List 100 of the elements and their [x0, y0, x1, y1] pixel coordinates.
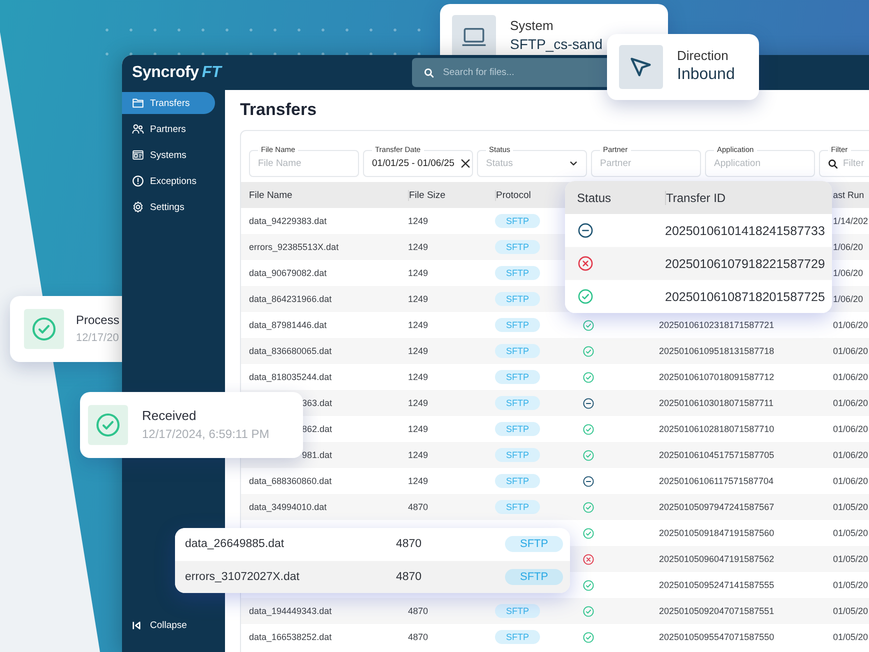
transfer-id: 20250106102818071587710	[659, 424, 774, 434]
popup-row[interactable]: data_26649885.dat 4870 SFTP	[175, 528, 570, 560]
filter-input[interactable]: Application	[714, 158, 806, 169]
transfer-id: 20250105095547071587550	[659, 632, 774, 642]
file-name: data_166538252.dat	[249, 632, 332, 642]
last-run-date: 01/05/20	[833, 502, 868, 512]
file-name: data_194449343.dat	[249, 606, 332, 616]
file-name: data_818035244.dat	[249, 372, 332, 382]
transfer-id: 20250105092047071587551	[659, 606, 774, 616]
sidebar-item[interactable]: Transfers	[122, 92, 215, 114]
file-size: 1249	[408, 372, 428, 382]
last-run-date: 01/06/20	[833, 476, 868, 486]
file-name: data_90679082.dat	[249, 268, 327, 278]
collapse-icon	[132, 620, 141, 630]
column-header: Protocol	[495, 190, 531, 200]
file-size: 4870	[408, 606, 428, 616]
transfer-id: 20250105096047191587562	[659, 554, 774, 564]
file-name: errors_31072027X.dat	[185, 570, 300, 583]
protocol-badge: SFTP	[495, 448, 540, 462]
file-name: data_34994010.dat	[249, 502, 327, 512]
transfer-id: 20250105095247141587555	[659, 580, 774, 590]
transfer-id: 20250106102318171587721	[659, 320, 774, 330]
page-title: Transfers	[240, 99, 318, 121]
protocol-badge: SFTP	[495, 344, 540, 358]
file-size: 4870	[408, 632, 428, 642]
collapse-button[interactable]: Collapse	[122, 617, 225, 633]
column-header: File Size	[408, 190, 446, 200]
last-run-date: 1/06/20	[833, 294, 864, 304]
event-time: 12/17/2024, 6:59:11 PM	[142, 426, 270, 443]
last-run-date: 01/05/20	[833, 580, 868, 590]
card-value: Inbound	[677, 65, 735, 85]
last-run-date: 01/05/20	[833, 528, 868, 538]
transfer-id: 20250106108718201587725	[665, 290, 826, 304]
transfer-id: 20250105091847191587560	[659, 528, 774, 538]
protocol-badge: SFTP	[495, 474, 540, 488]
sidebar-item[interactable]: Exceptions	[122, 170, 215, 192]
sidebar-item[interactable]: Partners	[122, 118, 215, 140]
file-size: 1249	[408, 450, 428, 460]
file-size: 4870	[396, 538, 423, 550]
sidebar-item[interactable]: Systems	[122, 144, 215, 166]
file-name: 981.dat	[302, 450, 332, 460]
file-name: data_26649885.dat	[185, 538, 286, 550]
event-time: 12/17/20	[76, 331, 120, 346]
transfer-id: 20250106101418241587733	[665, 224, 826, 238]
filter-input[interactable]: Filter	[843, 158, 869, 169]
id-card-icon	[132, 149, 144, 161]
caret-icon	[569, 159, 578, 168]
transfer-id: 20250105097947241587567	[659, 502, 774, 512]
search-input[interactable]: Search for files...	[443, 67, 603, 78]
file-size: 1249	[408, 242, 428, 252]
app-logo: Syncrofy FT	[132, 64, 224, 82]
settings-icon	[132, 201, 144, 213]
transfer-id: 20250106104517571587705	[659, 450, 774, 460]
column-header: Transfer ID	[665, 190, 832, 204]
last-run-date: 1/14/202	[833, 216, 868, 226]
card-label: Direction	[677, 47, 730, 64]
file-name: data_836680065.dat	[249, 346, 332, 356]
protocol-badge: SFTP	[495, 292, 540, 306]
last-run-date: 01/06/20	[833, 320, 868, 330]
close-icon[interactable]	[461, 159, 470, 168]
last-run-date: 1/06/20	[833, 268, 864, 278]
file-size: 1249	[408, 216, 428, 226]
column-header: File Name	[249, 190, 292, 200]
file-size: 1249	[408, 476, 428, 486]
last-run-date: 01/06/20	[833, 450, 868, 460]
protocol-badge: SFTP	[495, 630, 540, 644]
filter-input[interactable]: File Name	[258, 158, 350, 169]
filter-input[interactable]: 01/01/25 - 01/06/25	[372, 158, 456, 169]
filter-input[interactable]: Status	[486, 158, 564, 169]
file-name: data_688360860.dat	[249, 476, 332, 486]
file-size: 1249	[408, 424, 428, 434]
protocol-badge: SFTP	[505, 568, 564, 585]
protocol-badge: SFTP	[495, 240, 540, 254]
file-size: 1249	[408, 268, 428, 278]
file-name: 862.dat	[302, 424, 332, 434]
protocol-badge: SFTP	[495, 422, 540, 436]
transfer-id: 20250106106117571587704	[659, 476, 774, 486]
folder-icon	[132, 97, 144, 109]
file-size: 4870	[396, 570, 423, 583]
transfer-id: 20250106109518131587718	[659, 346, 774, 356]
last-run-date: 1/06/20	[833, 242, 864, 252]
last-run-date: 01/05/20	[833, 554, 868, 564]
last-run-date: 01/06/20	[833, 398, 868, 408]
last-run-date: 01/05/20	[833, 606, 868, 616]
file-name: 363.dat	[302, 398, 332, 408]
file-size: 1249	[408, 398, 428, 408]
protocol-badge: SFTP	[495, 266, 540, 280]
column-header: ast Run	[833, 190, 864, 200]
search-icon	[828, 158, 838, 168]
last-run-date: 01/06/20	[833, 372, 868, 382]
last-run-date: 01/06/20	[833, 424, 868, 434]
search-icon	[424, 68, 434, 78]
file-size: 1249	[408, 346, 428, 356]
sidebar-item[interactable]: Settings	[122, 196, 215, 218]
popup-row[interactable]: errors_31072027X.dat 4870 SFTP	[175, 560, 570, 593]
file-name: data_864231966.dat	[249, 294, 332, 304]
transfer-id: 20250106107918221587729	[665, 256, 826, 270]
protocol-badge: SFTP	[495, 604, 540, 618]
card-value: SFTP_cs-sand	[510, 35, 603, 54]
filter-input[interactable]: Partner	[600, 158, 692, 169]
